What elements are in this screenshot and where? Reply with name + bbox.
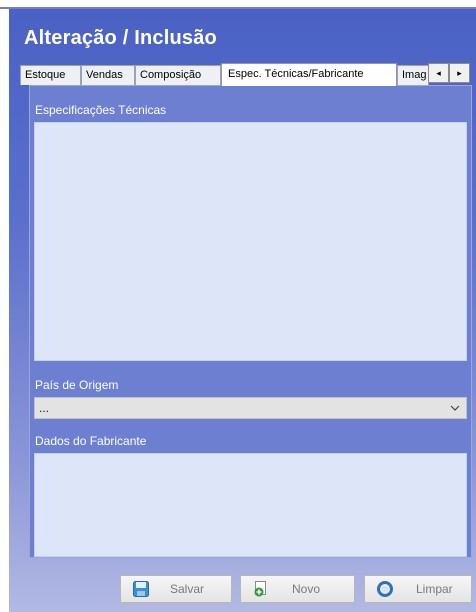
- pais-label: País de Origem: [35, 378, 119, 392]
- tab-strip: Estoque Vendas Composição Espec. Técnica…: [20, 63, 472, 86]
- floppy-disk-icon: [133, 581, 149, 597]
- fabricante-label: Dados do Fabricante: [35, 434, 147, 448]
- clear-ring-icon: [377, 581, 393, 597]
- tab-composicao[interactable]: Composição: [135, 65, 221, 85]
- especificacoes-textarea[interactable]: [34, 122, 467, 361]
- save-button-label: Salvar: [170, 582, 205, 596]
- tab-scroll-buttons: ◂ ▸: [428, 63, 470, 83]
- tab-imagens[interactable]: Imag: [397, 65, 429, 85]
- new-button-label: Novo: [292, 582, 321, 596]
- clear-button-label: Limpar: [416, 582, 453, 596]
- especificacoes-label: Especificações Técnicas: [35, 103, 167, 117]
- tab-espec-tecnicas-fabricante[interactable]: Espec. Técnicas/Fabricante: [221, 63, 397, 86]
- pais-select-value: ...: [39, 401, 50, 415]
- window-title: Alteração / Inclusão: [24, 27, 217, 49]
- tab-estoque[interactable]: Estoque: [20, 65, 81, 85]
- clear-button[interactable]: Limpar: [364, 575, 472, 603]
- pais-select[interactable]: ...: [34, 397, 467, 419]
- new-button[interactable]: Novo: [240, 575, 355, 603]
- chevron-down-icon: [450, 405, 460, 411]
- fabricante-textarea[interactable]: [34, 453, 467, 557]
- new-document-icon: [254, 581, 266, 597]
- arrow-left-icon[interactable]: ◂: [428, 63, 449, 83]
- top-bar: [0, 0, 476, 9]
- save-button[interactable]: Salvar: [120, 575, 232, 603]
- tab-vendas[interactable]: Vendas: [81, 65, 135, 85]
- arrow-right-icon[interactable]: ▸: [449, 63, 470, 83]
